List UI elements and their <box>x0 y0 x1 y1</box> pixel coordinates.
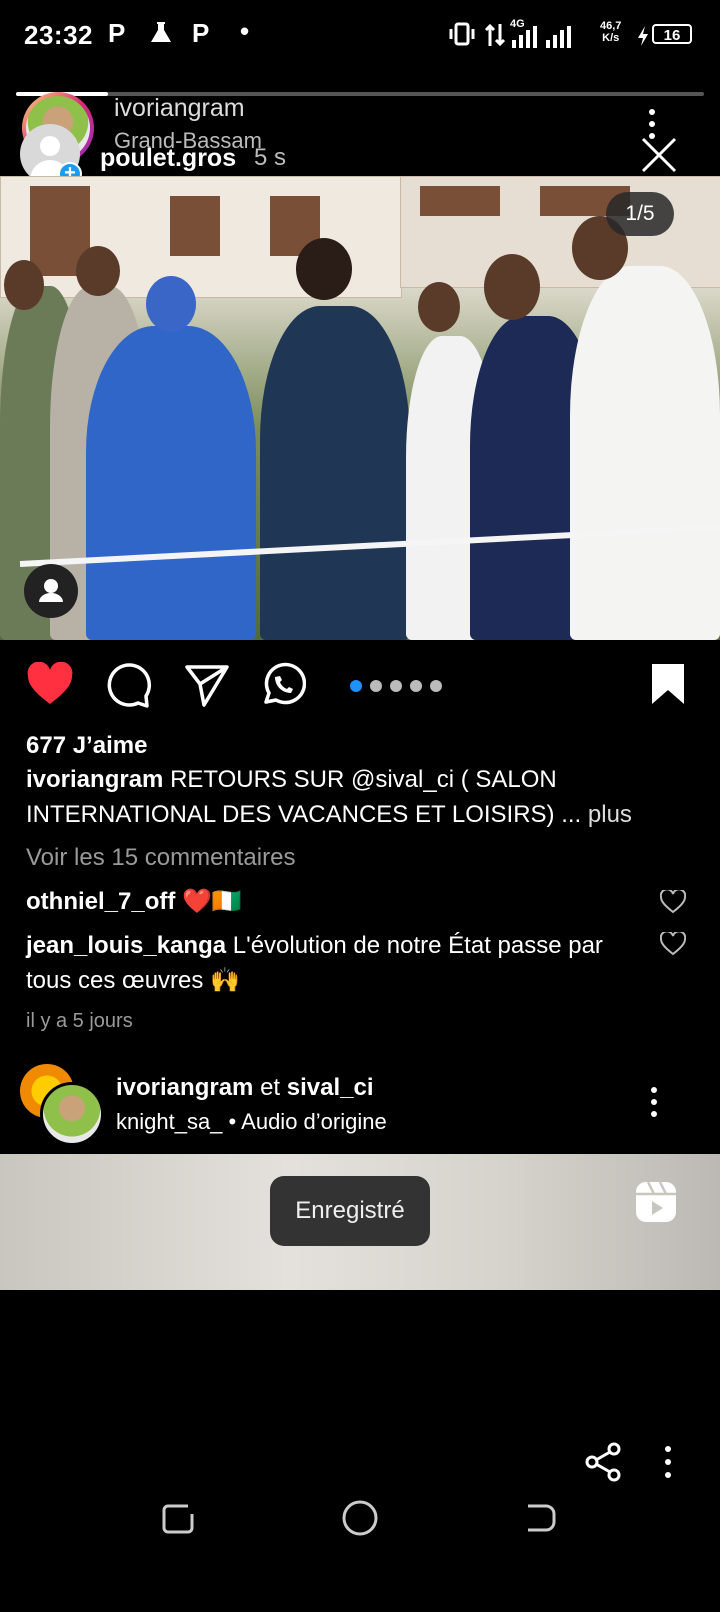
audio-separator: • <box>228 1109 237 1134</box>
comment-icon[interactable] <box>106 662 152 708</box>
flask-icon <box>151 22 171 42</box>
data-transfer-icon <box>484 23 506 47</box>
share-icon[interactable] <box>584 1442 622 1482</box>
comment-text: ❤️🇨🇮 <box>182 888 242 915</box>
comment-like-heart-icon[interactable] <box>660 932 686 956</box>
head <box>418 282 460 332</box>
person <box>86 326 256 640</box>
recents-icon[interactable] <box>160 1500 198 1538</box>
save-bookmark-icon[interactable] <box>650 662 686 706</box>
person <box>570 266 720 640</box>
carousel-dots <box>350 680 442 692</box>
status-time: 23:32 <box>24 20 93 50</box>
carousel-dot <box>370 680 382 692</box>
bottom-more-icon[interactable] <box>660 1444 676 1480</box>
caption: ivoriangram RETOURS SUR @sival_ci ( SALO… <box>26 762 706 832</box>
system-nav-bar <box>0 1480 720 1560</box>
tagged-users-button[interactable] <box>24 564 78 618</box>
saved-toast: Enregistré <box>270 1176 430 1246</box>
audio-label: Audio d’origine <box>241 1109 387 1134</box>
reel-authors: ivoriangram et sival_ci <box>116 1070 374 1105</box>
reel-audio[interactable]: knight_sa_ • Audio d’origine <box>116 1104 387 1139</box>
status-bar: 23:32 P P • 4G 46,7 K/s 16 <box>0 0 720 74</box>
story-username[interactable]: ivoriangram <box>114 94 245 123</box>
like-heart-icon[interactable] <box>26 662 74 708</box>
comment-username[interactable]: othniel_7_off <box>26 888 175 915</box>
carousel-dot <box>430 680 442 692</box>
dot-icon: • <box>240 16 250 46</box>
carousel-dot <box>410 680 422 692</box>
head <box>146 276 196 332</box>
charging-icon <box>638 26 648 46</box>
post-date: il y a 5 jours <box>26 1010 133 1032</box>
head <box>4 260 44 310</box>
notification-p2-icon: P <box>192 18 210 48</box>
person <box>260 306 410 640</box>
head <box>76 246 120 296</box>
reel-author-2[interactable]: sival_ci <box>287 1074 374 1101</box>
poster-username[interactable]: poulet.gros <box>100 144 236 173</box>
share-send-icon[interactable] <box>184 662 230 708</box>
comment-item: jean_louis_kanga L'évolution de notre Ét… <box>26 928 636 998</box>
window <box>420 186 500 216</box>
net-speed-value: 46,7 <box>600 20 622 32</box>
comment-item: othniel_7_off ❤️🇨🇮 <box>26 884 242 919</box>
carousel-dot-active <box>350 680 362 692</box>
person-icon <box>39 579 63 602</box>
net-speed-unit: K/s <box>602 32 620 44</box>
comment-username[interactable]: jean_louis_kanga <box>26 932 226 959</box>
caption-username[interactable]: ivoriangram <box>26 766 163 793</box>
head <box>484 254 540 320</box>
vibrate-icon <box>449 22 475 46</box>
back-icon[interactable] <box>520 1500 558 1538</box>
signal-icon <box>512 26 571 48</box>
comment-like-heart-icon[interactable] <box>660 890 686 914</box>
net-speed: 46,7 K/s <box>600 20 621 44</box>
likes-count[interactable]: 677 J’aime <box>26 728 147 763</box>
reel-avatar-ivoriangram[interactable] <box>40 1082 104 1146</box>
reel-more-icon[interactable] <box>646 1086 662 1118</box>
view-comments-link[interactable]: Voir les 15 commentaires <box>26 840 295 875</box>
post-photo[interactable] <box>0 176 720 640</box>
caption-more-link[interactable]: plus <box>588 801 632 828</box>
audio-user: knight_sa_ <box>116 1109 223 1134</box>
head <box>296 238 352 300</box>
notification-p-icon: P <box>108 18 126 48</box>
whatsapp-icon[interactable] <box>260 662 306 708</box>
reels-icon <box>636 1181 676 1222</box>
post-time: 5 s <box>254 144 287 171</box>
battery-level: 16 <box>652 24 692 44</box>
home-icon[interactable] <box>340 1498 380 1538</box>
reel-author-1[interactable]: ivoriangram <box>116 1074 253 1101</box>
carousel-dot <box>390 680 402 692</box>
page-indicator: 1/5 <box>606 192 674 236</box>
close-icon[interactable] <box>640 136 678 174</box>
reel-author-conj: et <box>260 1074 281 1101</box>
window <box>170 196 220 256</box>
